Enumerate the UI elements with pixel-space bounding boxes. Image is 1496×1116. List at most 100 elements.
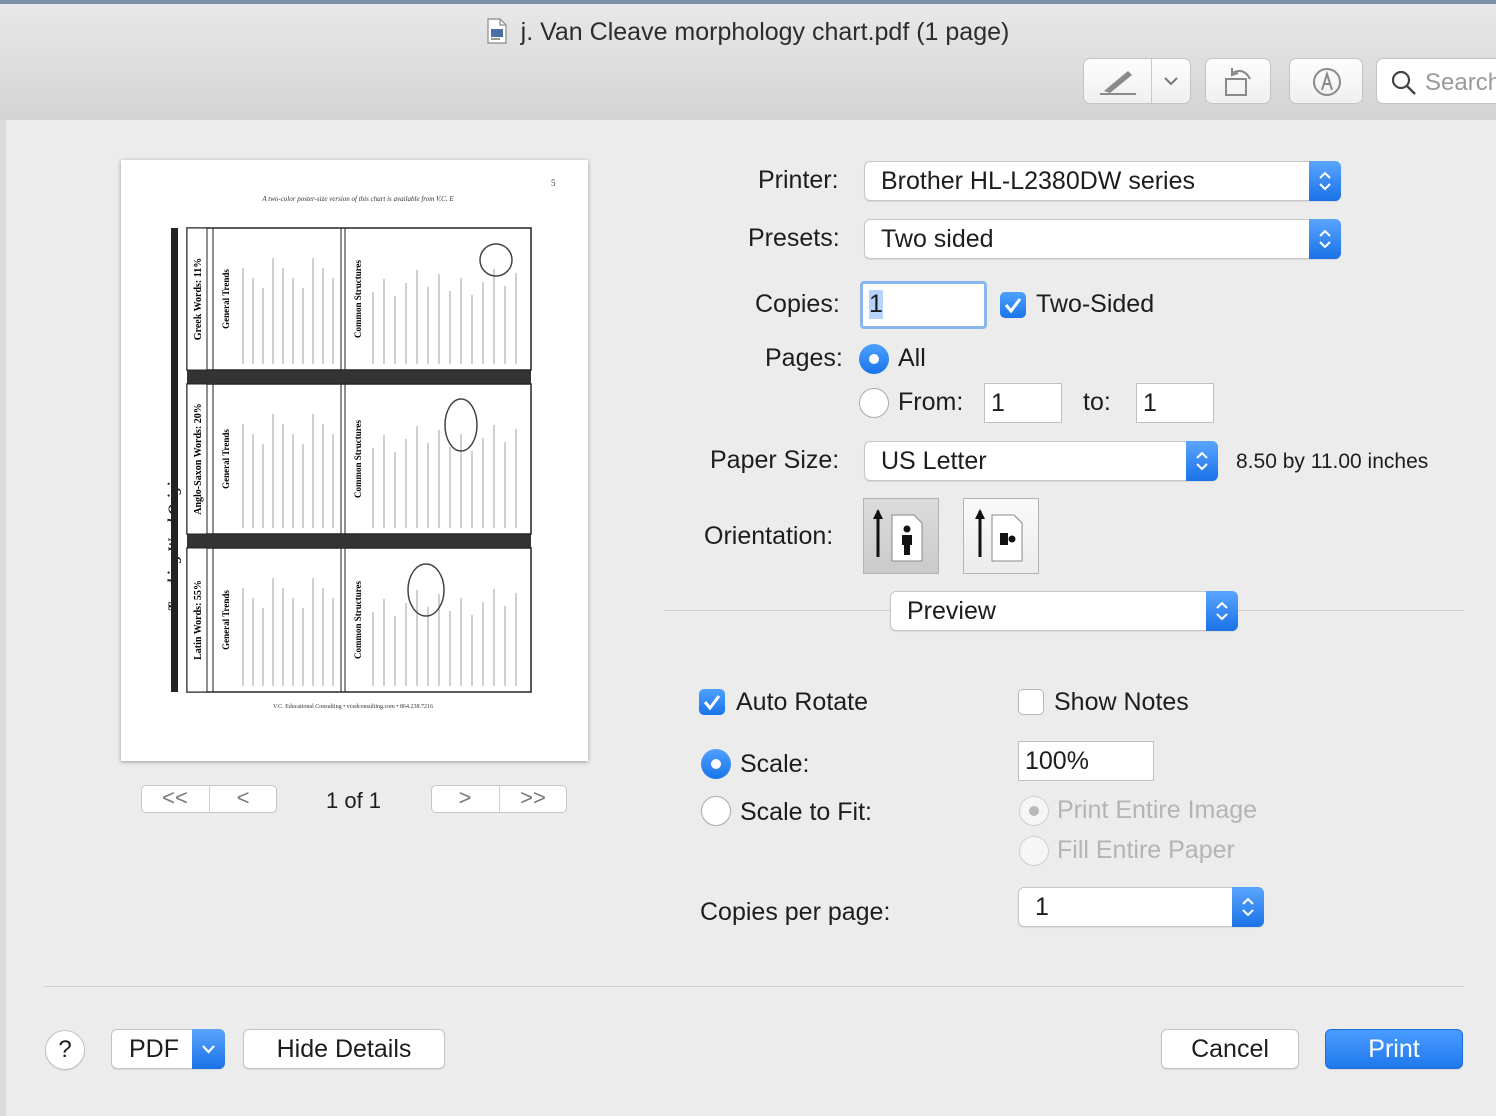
print-entire-image-radio[interactable] [1019,796,1049,826]
pdf-menu-button[interactable]: PDF [111,1029,225,1069]
pages-to-input[interactable]: 1 [1136,383,1214,423]
preview-nav-forward-group: > >> [431,785,567,813]
paper-size-select[interactable]: US Letter [864,441,1218,481]
preview-separator-1 [187,534,531,548]
paper-dimensions: 8.50 by 11.00 inches [1236,450,1429,473]
pages-all-label: All [898,344,926,372]
landscape-orientation-icon [975,509,1023,562]
svg-text:General Trends: General Trends [221,590,231,650]
print-button[interactable]: Print [1325,1029,1463,1069]
svg-text:Common Structures: Common Structures [353,419,363,498]
preview-column-heading: Latin Words: 55% [193,580,204,660]
fill-entire-paper-label: Fill Entire Paper [1057,836,1235,864]
orientation-label: Orientation: [704,522,834,550]
portrait-orientation-icon [873,509,923,562]
search-placeholder: Search [1425,69,1496,96]
markup-button[interactable] [1083,58,1191,104]
paper-size-value: US Letter [881,447,987,475]
pdf-document-icon [487,18,507,44]
updown-arrows-icon [1206,591,1238,631]
markup-pen-icon [1100,71,1136,95]
scale-label: Scale: [740,750,810,778]
copies-per-page-select[interactable]: 1 [1018,887,1264,927]
rotate-button[interactable] [1205,58,1271,104]
preview-separator-2 [187,370,531,384]
preview-header-note: A two-color poster-size version of this … [261,195,454,203]
settings-section-value: Preview [907,597,996,625]
pages-range-radio[interactable] [859,388,889,418]
auto-rotate-label: Auto Rotate [736,688,869,716]
svg-text:General Trends: General Trends [221,429,231,489]
title-bar: j. Van Cleave morphology chart.pdf (1 pa… [0,0,1496,121]
pages-all-radio[interactable] [859,344,889,374]
pages-from-input[interactable]: 1 [984,383,1062,423]
settings-section-select[interactable]: Preview [890,591,1238,631]
copies-label: Copies: [755,290,840,318]
footer-divider [44,986,1464,987]
first-page-button[interactable]: << [142,786,208,812]
pages-label: Pages: [765,344,843,372]
copies-value: 1 [869,290,883,319]
updown-arrows-icon [1309,161,1341,201]
section-divider-right [1238,610,1464,611]
svg-text:General Trends: General Trends [221,269,231,329]
chevron-down-icon [202,1045,215,1054]
pdf-label: PDF [129,1035,179,1063]
orientation-portrait-button[interactable] [863,498,939,574]
rotate-icon [1225,68,1251,96]
preview-illustration-roman [407,563,445,617]
printer-value: Brother HL-L2380DW series [881,167,1196,195]
scale-value: 100% [1025,747,1089,775]
svg-text:Common Structures: Common Structures [353,259,363,338]
checkmark-icon [1004,298,1022,314]
preview-page-number: 5 [551,178,556,188]
paper-size-label: Paper Size: [710,446,840,474]
pages-to-value: 1 [1143,389,1157,417]
printer-select[interactable]: Brother HL-L2380DW series [864,161,1341,201]
print-preview-page: A two-color poster-size version of this … [121,160,588,761]
preview-nav-back-group: << < [141,785,277,813]
cancel-button[interactable]: Cancel [1161,1029,1299,1069]
copies-per-page-value: 1 [1035,893,1049,921]
search-field[interactable]: Search [1376,58,1496,104]
preview-column-heading: Greek Words: 11% [193,258,204,340]
presets-label: Presets: [748,224,840,252]
presets-select[interactable]: Two sided [864,219,1341,259]
previous-page-button[interactable]: < [210,786,276,812]
updown-arrows-icon [1309,219,1341,259]
window-title-text: j. Van Cleave morphology chart.pdf (1 pa… [520,18,1010,46]
copies-input[interactable]: 1 [860,281,987,329]
pdf-dropdown-arrow [192,1029,225,1069]
pages-to-label: to: [1083,388,1111,416]
updown-arrows-icon [1186,441,1218,481]
two-sided-checkbox[interactable] [1000,292,1026,318]
chevron-down-icon[interactable] [1162,75,1180,87]
two-sided-label: Two-Sided [1036,290,1155,318]
scale-radio[interactable] [701,749,731,779]
preview-footer: V.C. Educational Consulting • vcedconsul… [273,704,433,710]
preview-document-drawing: A two-color poster-size version of this … [166,178,556,710]
fill-entire-paper-radio[interactable] [1019,836,1049,866]
preview-column-heading: Anglo-Saxon Words: 20% [193,403,204,515]
page-indicator: 1 of 1 [326,788,382,813]
presets-value: Two sided [881,225,994,253]
printer-label: Printer: [758,166,839,194]
annotate-button[interactable] [1289,58,1363,104]
orientation-landscape-button[interactable] [963,498,1039,574]
print-entire-image-label: Print Entire Image [1057,796,1258,824]
preview-illustration-medusa [479,243,513,277]
next-page-button[interactable]: > [432,786,498,812]
pages-from-value: 1 [991,389,1005,417]
help-button[interactable]: ? [45,1030,85,1070]
search-icon [1391,70,1416,95]
last-page-button[interactable]: >> [500,786,566,812]
scale-input[interactable]: 100% [1018,741,1154,781]
annotate-icon [1313,68,1341,96]
pages-from-label: From: [898,388,964,416]
scale-to-fit-radio[interactable] [701,796,731,826]
copies-per-page-label: Copies per page: [700,898,891,926]
window-title: j. Van Cleave morphology chart.pdf (1 pa… [0,18,1496,47]
hide-details-button[interactable]: Hide Details [243,1029,445,1069]
show-notes-checkbox[interactable] [1018,689,1044,715]
auto-rotate-checkbox[interactable] [699,689,725,715]
